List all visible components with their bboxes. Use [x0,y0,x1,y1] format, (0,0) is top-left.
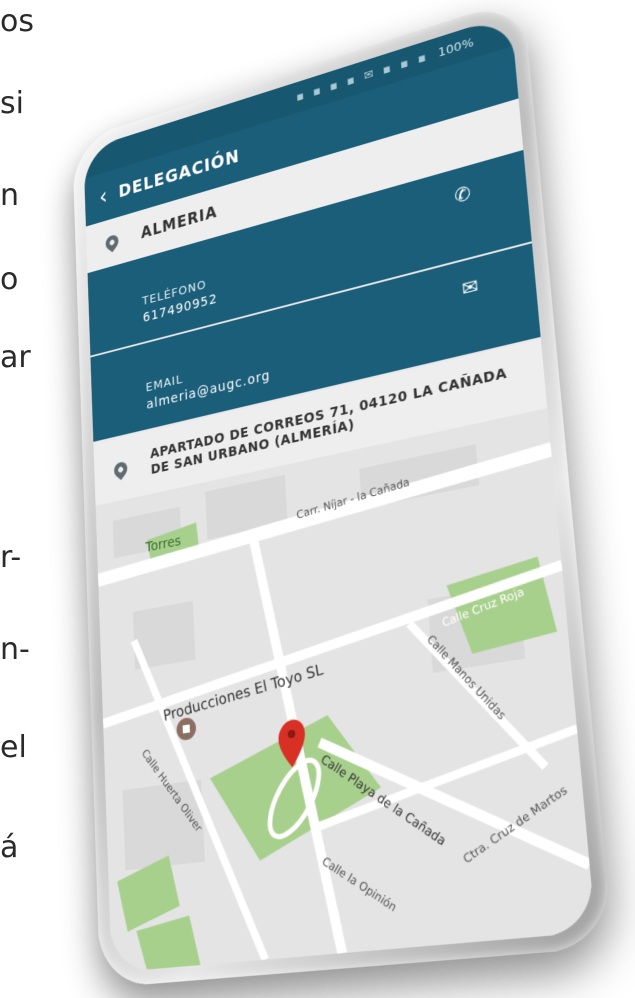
chevron-left-icon[interactable]: ‹ [99,183,108,211]
background-text-6: r- [0,540,22,575]
location-pin-icon [111,459,131,481]
background-text-1: os [0,4,34,39]
phone-mockup: ▪ ▪ ▪ ▪ ✉ ▪ ▪ ▪ 100% ‹ DELEGACIÓN ALMERI… [72,0,625,998]
battery-level: 100% [437,35,475,60]
background-text-5: ar [0,340,31,375]
city-name: ALMERIA [140,203,218,243]
background-text-3: n [0,178,20,213]
background-text-8: el [0,730,27,765]
map-view[interactable]: Torres Carr. Níjar - la Cañada Produccio… [95,408,596,973]
background-text-2: si [0,86,24,121]
phone-screen: ▪ ▪ ▪ ▪ ✉ ▪ ▪ ▪ 100% ‹ DELEGACIÓN ALMERI… [83,14,596,973]
phone-icon[interactable]: ✆ [453,181,471,208]
background-text-7: n- [0,632,30,667]
poi-icon-glyph [182,724,190,734]
background-text-4: o [0,262,19,297]
envelope-icon[interactable]: ✉ [461,273,479,301]
phone-frame: ▪ ▪ ▪ ▪ ✉ ▪ ▪ ▪ 100% ‹ DELEGACIÓN ALMERI… [72,0,614,988]
location-pin-icon [103,232,122,253]
background-text-9: á [0,830,19,865]
map-canvas[interactable] [95,408,596,973]
